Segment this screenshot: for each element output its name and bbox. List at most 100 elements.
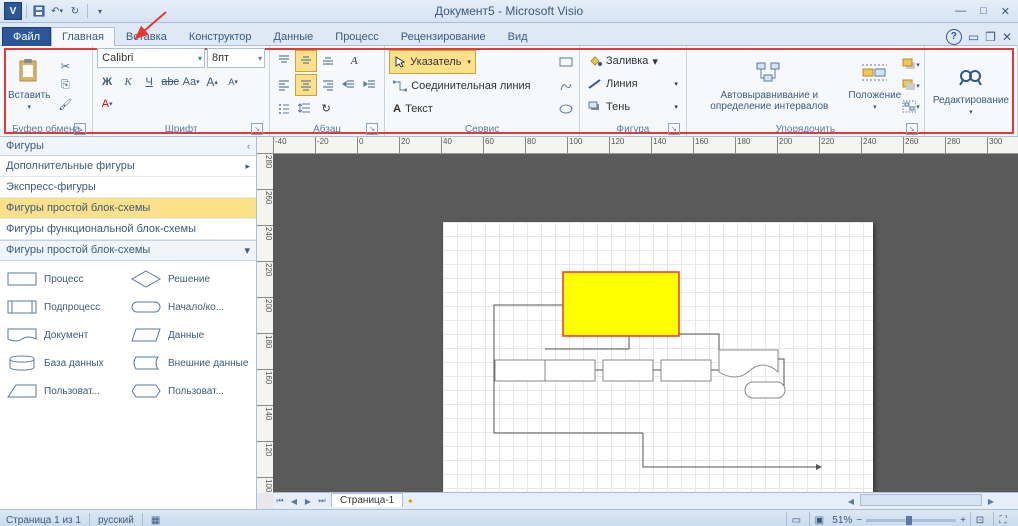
drawing-canvas[interactable] (273, 154, 1018, 492)
tab-file[interactable]: Файл (2, 27, 51, 46)
strike-button[interactable]: abc (160, 72, 180, 92)
rectangle-tool-icon[interactable] (557, 53, 575, 71)
text-direction-button[interactable]: A (344, 51, 364, 71)
copy-icon[interactable]: ⎘ (56, 77, 74, 95)
font-name-select[interactable]: Calibri (97, 48, 205, 68)
font-dialog-icon[interactable]: ↘ (251, 123, 263, 135)
fit-page-icon[interactable]: ⊡ (970, 512, 989, 526)
basic-flowchart-item[interactable]: Фигуры простой блок-схемы (0, 198, 256, 219)
language-indicator[interactable]: русский (98, 515, 134, 526)
align-left-button[interactable] (274, 75, 294, 95)
paste-button[interactable]: Вставить▾ (4, 48, 54, 123)
last-page-icon[interactable]: ⏭ (315, 494, 329, 508)
font-color-button[interactable]: A▾ (97, 94, 117, 114)
zoom-level[interactable]: 51% (832, 515, 852, 526)
increase-indent-button[interactable] (360, 75, 380, 95)
undo-icon[interactable]: ↶▾ (49, 3, 65, 19)
help-icon[interactable]: ? (946, 29, 962, 45)
connector-tool-button[interactable]: Соединительная линия (389, 75, 534, 97)
close-icon[interactable]: ✕ (997, 5, 1014, 18)
text-tool-button[interactable]: AТекст (389, 98, 437, 120)
ellipse-tool-icon[interactable] (557, 100, 575, 118)
shape-stencil-item[interactable]: Документ (4, 321, 128, 349)
view-normal-icon[interactable]: ▭ (786, 512, 805, 526)
align-bottom-button[interactable] (318, 51, 338, 71)
app-icon[interactable]: V (4, 2, 22, 20)
full-screen-icon[interactable]: ⛶ (993, 512, 1012, 526)
tab-design[interactable]: Конструктор (178, 27, 263, 46)
functional-flowchart-item[interactable]: Фигуры функциональной блок-схемы (0, 219, 256, 240)
prev-page-icon[interactable]: ◀ (287, 494, 301, 508)
bring-front-icon[interactable]: ▾ (902, 56, 920, 74)
shapes-pane-title[interactable]: Фигуры‹ (0, 137, 256, 156)
qat-customize-icon[interactable]: ▾ (92, 3, 108, 19)
tab-home[interactable]: Главная (51, 27, 115, 46)
grow-font-button[interactable]: A▴ (202, 72, 222, 92)
align-top-button[interactable] (274, 51, 294, 71)
line-button[interactable]: Линия▾ (584, 73, 682, 95)
maximize-icon[interactable]: □ (976, 5, 991, 18)
zoom-slider[interactable] (866, 519, 956, 522)
more-shapes-item[interactable]: Дополнительные фигуры▸ (0, 156, 256, 177)
shape-stencil-item[interactable]: Начало/ко... (128, 293, 252, 321)
new-page-icon[interactable]: ✦ (403, 494, 417, 508)
shape-stencil-item[interactable]: Подпроцесс (4, 293, 128, 321)
clipboard-dialog-icon[interactable]: ↘ (74, 123, 86, 135)
fill-button[interactable]: Заливка▾ (584, 50, 682, 72)
freeform-tool-icon[interactable] (557, 77, 575, 95)
shape-stencil-item[interactable]: Пользоват... (128, 377, 252, 405)
paragraph-dialog-icon[interactable]: ↘ (366, 123, 378, 135)
case-button[interactable]: Aa▾ (181, 72, 201, 92)
shape-stencil-item[interactable]: Процесс (4, 265, 128, 293)
redo-icon[interactable]: ↻ (67, 3, 83, 19)
format-painter-icon[interactable]: 🖌 (56, 96, 74, 114)
decrease-indent-button[interactable] (339, 75, 359, 95)
tab-view[interactable]: Вид (497, 27, 539, 46)
bold-button[interactable]: Ж (97, 72, 117, 92)
shape-stencil-item[interactable]: Данные (128, 321, 252, 349)
arrange-dialog-icon[interactable]: ↘ (906, 123, 918, 135)
line-spacing-button[interactable] (295, 98, 315, 118)
align-right-button[interactable] (318, 75, 338, 95)
macro-icon[interactable]: ▦ (151, 515, 160, 526)
shadow-button[interactable]: Тень▾ (584, 96, 682, 118)
doc-close-icon[interactable]: ✕ (1002, 30, 1012, 44)
align-middle-button[interactable] (295, 50, 317, 72)
view-full-icon[interactable]: ▣ (809, 512, 828, 526)
next-page-icon[interactable]: ▶ (301, 494, 315, 508)
send-back-icon[interactable]: ▾ (902, 77, 920, 95)
hscroll-left-icon[interactable]: ◀ (844, 494, 858, 508)
minimize-icon[interactable]: — (951, 5, 970, 18)
cut-icon[interactable]: ✂ (56, 58, 74, 76)
align-center-button[interactable] (295, 74, 317, 96)
quick-shapes-item[interactable]: Экспресс-фигуры (0, 177, 256, 198)
tab-process[interactable]: Процесс (324, 27, 389, 46)
italic-button[interactable]: К (118, 72, 138, 92)
tab-data[interactable]: Данные (263, 27, 325, 46)
hscroll-right-icon[interactable]: ▶ (984, 494, 998, 508)
zoom-out-icon[interactable]: − (856, 515, 862, 526)
font-size-select[interactable]: 8пт (207, 48, 265, 68)
shape-stencil-item[interactable]: Пользоват... (4, 377, 128, 405)
shape-dialog-icon[interactable]: ↘ (668, 123, 680, 135)
tab-review[interactable]: Рецензирование (390, 27, 497, 46)
underline-button[interactable]: Ч (139, 72, 159, 92)
page-tab-1[interactable]: Страница-1 (331, 493, 403, 507)
zoom-in-icon[interactable]: + (960, 515, 966, 526)
first-page-icon[interactable]: ⏮ (273, 494, 287, 508)
bullets-button[interactable] (274, 98, 294, 118)
shape-stencil-item[interactable]: База данных (4, 349, 128, 377)
rotate-text-button[interactable]: ↻ (316, 98, 336, 118)
save-icon[interactable] (31, 3, 47, 19)
shape-stencil-item[interactable]: Внешние данные (128, 349, 252, 377)
minimize-ribbon-icon[interactable]: ▭ (968, 30, 979, 44)
auto-align-button[interactable]: Автовыравнивание и определение интервало… (691, 48, 848, 123)
group-icon[interactable]: ▾ (902, 98, 920, 116)
shape-stencil-item[interactable]: Решение (128, 265, 252, 293)
doc-restore-icon[interactable]: ❐ (985, 30, 996, 44)
pointer-tool-button[interactable]: Указатель▾ (389, 50, 476, 74)
shrink-font-button[interactable]: A▾ (223, 72, 243, 92)
editing-button[interactable]: Редактирование▾ (929, 48, 1013, 134)
position-button[interactable]: Положение▾ (850, 48, 900, 123)
tab-insert[interactable]: Вставка (115, 27, 178, 46)
